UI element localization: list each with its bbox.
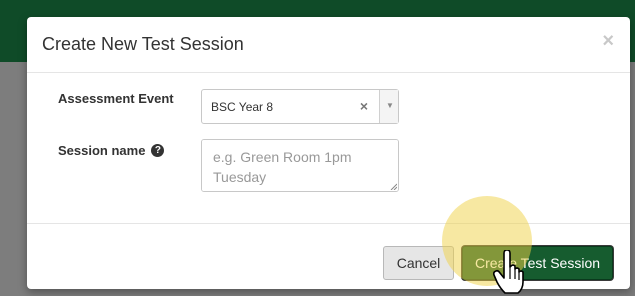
help-icon[interactable]: ? <box>151 144 165 157</box>
create-session-dialog: Create New Test Session × Assessment Eve… <box>27 17 630 289</box>
chevron-down-icon: ▼ <box>386 101 394 110</box>
assessment-event-value: BSC Year 8 <box>211 100 274 114</box>
dialog-header: Create New Test Session × <box>27 17 630 73</box>
clear-selection-icon[interactable]: × <box>360 98 368 114</box>
assessment-event-select[interactable]: BSC Year 8 × ▼ <box>201 89 399 124</box>
session-name-label: Session name <box>58 143 146 158</box>
dialog-footer: Cancel Create Test Session <box>27 223 630 289</box>
cancel-button[interactable]: Cancel <box>383 246 454 280</box>
session-name-label-group: Session name ? <box>58 143 165 158</box>
assessment-event-label: Assessment Event <box>58 91 174 106</box>
close-icon[interactable]: × <box>602 31 614 51</box>
dialog-title: Create New Test Session <box>42 34 244 54</box>
select-dropdown-toggle[interactable]: ▼ <box>379 90 398 123</box>
create-test-session-button[interactable]: Create Test Session <box>462 246 613 280</box>
session-name-input[interactable] <box>201 139 399 192</box>
